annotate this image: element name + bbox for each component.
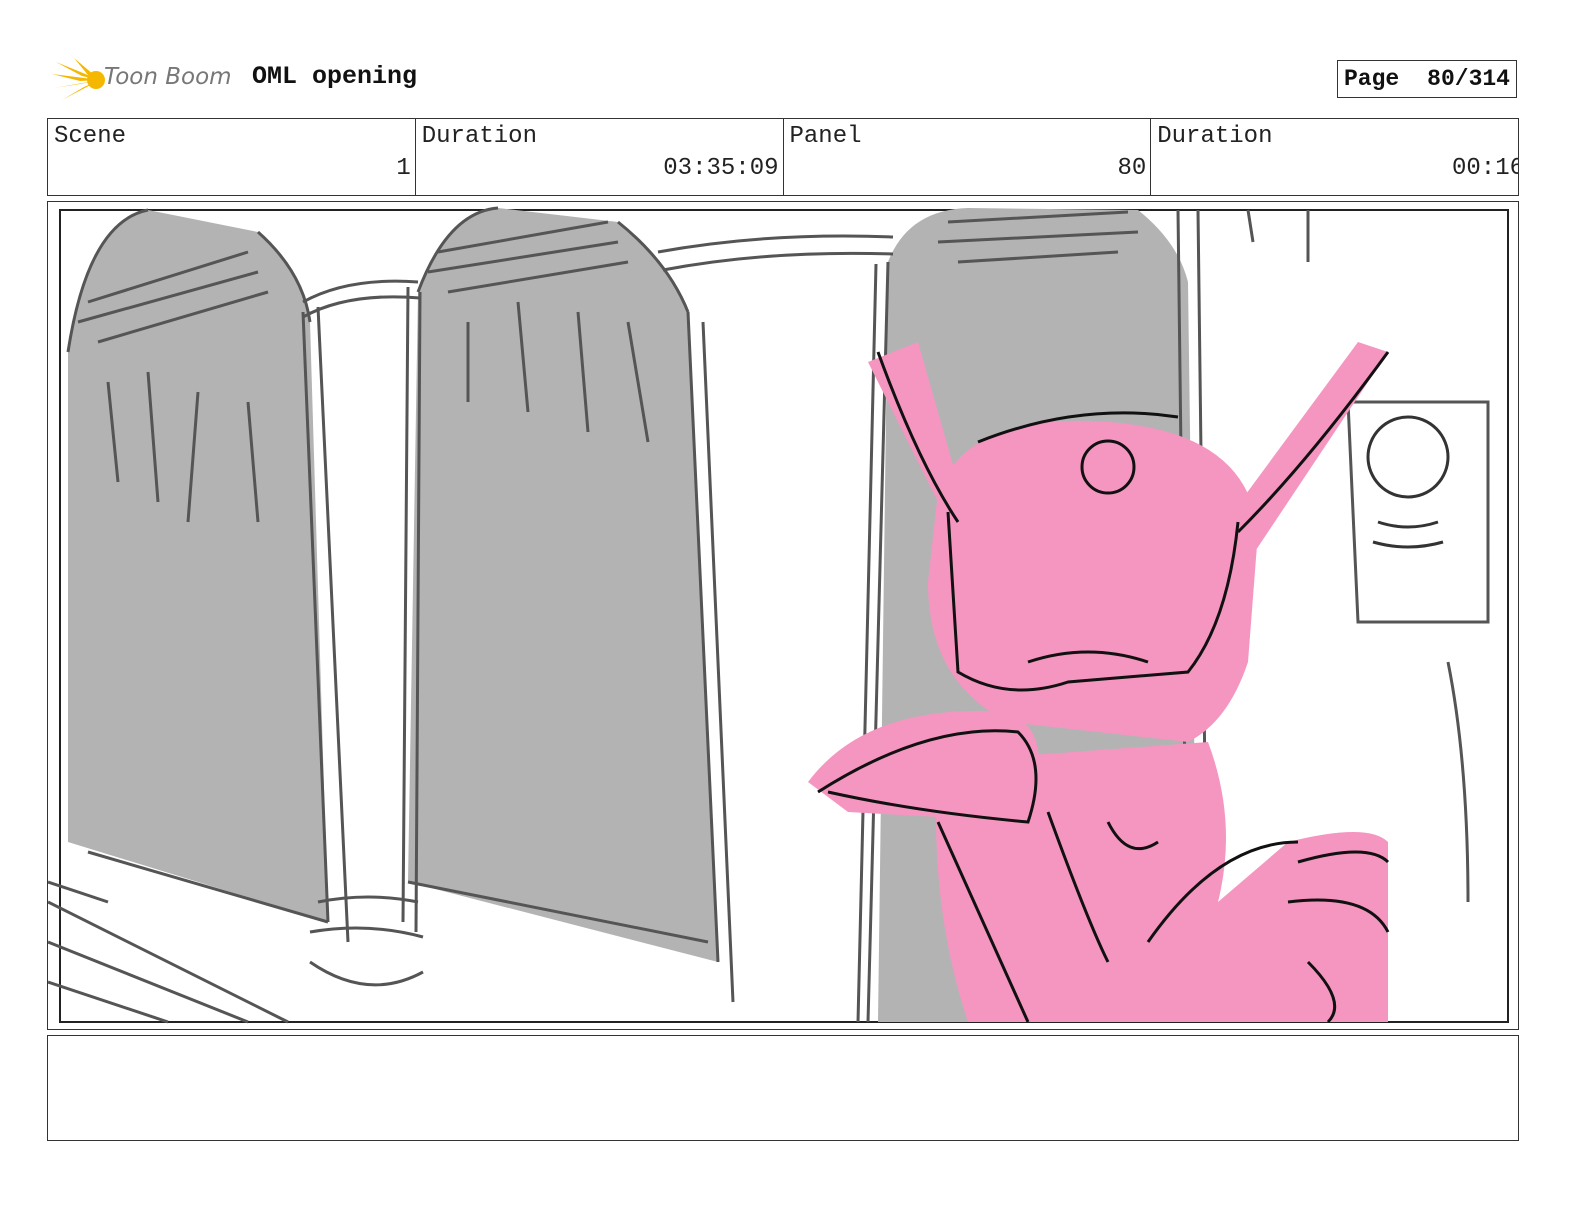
page-number: 80/314: [1427, 66, 1510, 92]
duration-cell: Duration 03:35:09: [416, 119, 784, 195]
scene-label: Scene: [54, 123, 127, 150]
panel-cell: Panel 80: [784, 119, 1152, 195]
page-label: Page: [1344, 66, 1400, 92]
duration-label: Duration: [421, 123, 537, 150]
panel-sketch: [48, 206, 1509, 1024]
storyboard-panel: [47, 201, 1519, 1030]
page-indicator: Page 80/314: [1337, 60, 1517, 98]
notes-box: [47, 1035, 1519, 1141]
info-row: Scene 1 Duration 03:35:09 Panel 80 Durat…: [47, 118, 1519, 196]
duration-value: 03:35:09: [663, 155, 779, 182]
panel-duration-cell: Duration 00:16: [1151, 119, 1518, 195]
panel-duration-label: Duration: [1157, 123, 1273, 150]
panel-duration-value: 00:16: [1451, 155, 1518, 182]
scene-value: 1: [396, 155, 411, 182]
logo-text: Toon Boom: [104, 64, 232, 90]
panel-label: Panel: [789, 123, 862, 150]
project-title: OML opening: [252, 62, 418, 91]
panel-value: 80: [1117, 155, 1147, 182]
scene-cell: Scene 1: [48, 119, 416, 195]
